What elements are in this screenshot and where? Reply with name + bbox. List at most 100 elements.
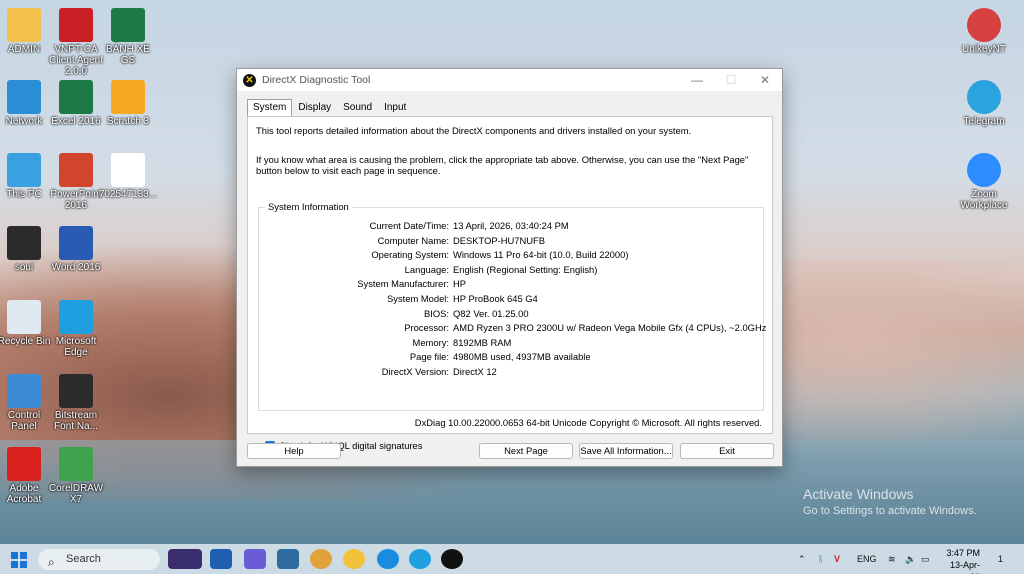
info-row: System Manufacturer: HP — [259, 278, 765, 292]
info-row: Operating System: Windows 11 Pro 64-bit (… — [259, 249, 765, 263]
info-key: Page file: — [409, 351, 449, 363]
title-bar[interactable]: ✕ DirectX Diagnostic Tool — ☐ ✕ — [237, 69, 782, 91]
desktop-icon[interactable]: Microsoft Edge — [46, 300, 106, 358]
computer-icon — [7, 153, 41, 187]
directx-diagnostic-window: ✕ DirectX Diagnostic Tool — ☐ ✕ System D… — [236, 68, 783, 467]
document-icon — [111, 153, 145, 187]
info-row: Page file: 4980MB used, 4937MB available — [259, 351, 765, 365]
save-all-information-button[interactable]: Save All Information... — [579, 443, 673, 459]
info-row: Processor: AMD Ryzen 3 PRO 2300U w/ Radeo… — [259, 322, 767, 336]
excel-icon — [59, 80, 93, 114]
info-row: DirectX Version: DirectX 12 — [259, 366, 765, 380]
folder-icon — [7, 8, 41, 42]
desktop-icon[interactable]: Word 2016 — [46, 226, 106, 273]
system-tab-panel: This tool reports detailed information a… — [247, 116, 773, 451]
powerpoint-file-icon — [7, 226, 41, 260]
info-key: System Manufacturer: — [357, 278, 449, 290]
notification-badge[interactable]: 1 — [998, 544, 1003, 574]
word-icon — [59, 226, 93, 260]
info-value: 13 April, 2026, 03:40:24 PM — [453, 220, 569, 231]
coreldraw-icon — [59, 447, 93, 481]
unikey-tray-icon[interactable]: V — [834, 544, 840, 574]
info-value: Windows 11 Pro 64-bit (10.0, Build 22000… — [453, 249, 629, 261]
watermark-subtitle: Go to Settings to activate Windows. — [803, 505, 977, 517]
directx-icon[interactable] — [441, 549, 463, 569]
unikey-icon — [967, 8, 1001, 42]
telegram-icon — [967, 80, 1001, 114]
clock[interactable]: 3:47 PM 13-Apr-26 — [946, 547, 980, 574]
close-button[interactable]: ✕ — [748, 73, 782, 87]
info-value: AMD Ryzen 3 PRO 2300U w/ Radeon Vega Mob… — [453, 322, 767, 334]
info-row: Computer Name: DESKTOP-HU7NUFB — [259, 235, 765, 249]
desktop-icon[interactable]: Bitstream Font Na... — [46, 374, 106, 432]
desktop-icon[interactable]: 702547133... — [98, 153, 158, 200]
wifi-icon[interactable]: ≋ — [888, 544, 896, 574]
desktop-icon-label: Telegram — [963, 116, 1005, 127]
desktop-icon[interactable]: Scratch 3 — [98, 80, 158, 127]
desktop-icon-label: Zoom Workplace — [960, 189, 1008, 211]
recycle-bin-icon — [7, 300, 41, 334]
bluetooth-icon[interactable]: ᛒ — [818, 544, 823, 574]
desktop-icon[interactable]: Excel 2016 — [46, 80, 106, 127]
vnpt-icon — [59, 8, 93, 42]
info-key: Current Date/Time: — [369, 220, 449, 231]
widgets-icon[interactable] — [168, 549, 202, 569]
info-value: HP — [453, 278, 467, 290]
calculator-icon[interactable] — [277, 549, 299, 569]
desktop-icon[interactable]: CorelDRAW X7 — [46, 447, 106, 505]
file-explorer-icon[interactable] — [343, 549, 365, 569]
control-panel-icon — [7, 374, 41, 408]
clock-date: 13-Apr-26 — [949, 560, 980, 574]
info-key: System Model: — [387, 293, 449, 304]
desktop-icon[interactable]: VNPT-CA Client Agent 2.0.0 — [46, 8, 106, 77]
desktop-icon-label: VNPT-CA Client Agent 2.0.0 — [49, 44, 103, 77]
info-row: Language: English (Regional Setting: Engl… — [259, 264, 765, 278]
info-value: DESKTOP-HU7NUFB — [453, 234, 546, 246]
desktop-icon-label: CorelDRAW X7 — [48, 483, 104, 505]
window-title: DirectX Diagnostic Tool — [262, 74, 371, 86]
exit-button[interactable]: Exit — [680, 443, 774, 459]
tab-system[interactable]: System — [247, 99, 293, 116]
powerpoint-icon — [59, 153, 93, 187]
search-placeholder: Search — [66, 553, 101, 565]
info-value: 8192MB RAM — [453, 336, 512, 348]
desktop-icon-label: Scratch 3 — [106, 116, 150, 127]
tab-display[interactable]: Display — [292, 99, 337, 116]
info-row: Memory: 8192MB RAM — [259, 337, 765, 351]
volume-icon[interactable]: 🔈 — [905, 544, 916, 574]
info-key: Operating System: — [371, 249, 449, 261]
directx-icon: ✕ — [243, 73, 256, 87]
tray-chevron-icon[interactable]: ⌃ — [798, 544, 806, 574]
instructions-text: If you know what area is causing the pro… — [256, 154, 749, 176]
edge-icon[interactable] — [409, 549, 431, 569]
language-indicator[interactable]: ENG — [857, 544, 877, 574]
font-icon — [59, 374, 93, 408]
copyright-text: DxDiag 10.00.22000.0653 64-bit Unicode C… — [414, 417, 762, 428]
next-page-button[interactable]: Next Page — [479, 443, 573, 459]
desktop-icon[interactable]: Zoom Workplace — [954, 153, 1014, 211]
desktop-icon[interactable]: PowerPoint 2016 — [46, 153, 106, 211]
info-key: DirectX Version: — [381, 366, 449, 377]
tab-input[interactable]: Input — [378, 99, 412, 116]
watermark-title: Activate Windows — [803, 486, 914, 502]
zoom-icon — [967, 153, 1001, 187]
taskbar: ⌕ Search ⌃ ᛒ V ENG ≋ 🔈 ▭ 3:47 PM 13-Apr-… — [0, 544, 1024, 574]
excel-file-icon — [111, 8, 145, 42]
desktop-icon[interactable]: BẢNH XE GS — [98, 8, 158, 66]
zalo-icon[interactable] — [377, 549, 399, 569]
search-box[interactable]: ⌕ Search — [38, 549, 160, 570]
minimize-button[interactable]: — — [680, 73, 714, 87]
start-button[interactable] — [11, 552, 27, 568]
maximize-button[interactable]: ☐ — [714, 73, 748, 87]
info-key: Processor: — [404, 322, 449, 334]
intro-text: This tool reports detailed information a… — [256, 125, 692, 136]
desktop-icon[interactable]: Telegram — [954, 80, 1014, 127]
chrome-icon[interactable] — [310, 549, 332, 569]
tab-sound[interactable]: Sound — [337, 99, 378, 116]
task-view-icon[interactable] — [210, 549, 232, 569]
snipping-tool-icon[interactable] — [244, 549, 266, 569]
battery-icon[interactable]: ▭ — [921, 544, 930, 574]
help-button[interactable]: Help — [247, 443, 341, 459]
desktop-icon[interactable]: UnikeyNT — [954, 8, 1014, 55]
info-row: Current Date/Time: 13 April, 2026, 03:40:… — [259, 220, 765, 234]
